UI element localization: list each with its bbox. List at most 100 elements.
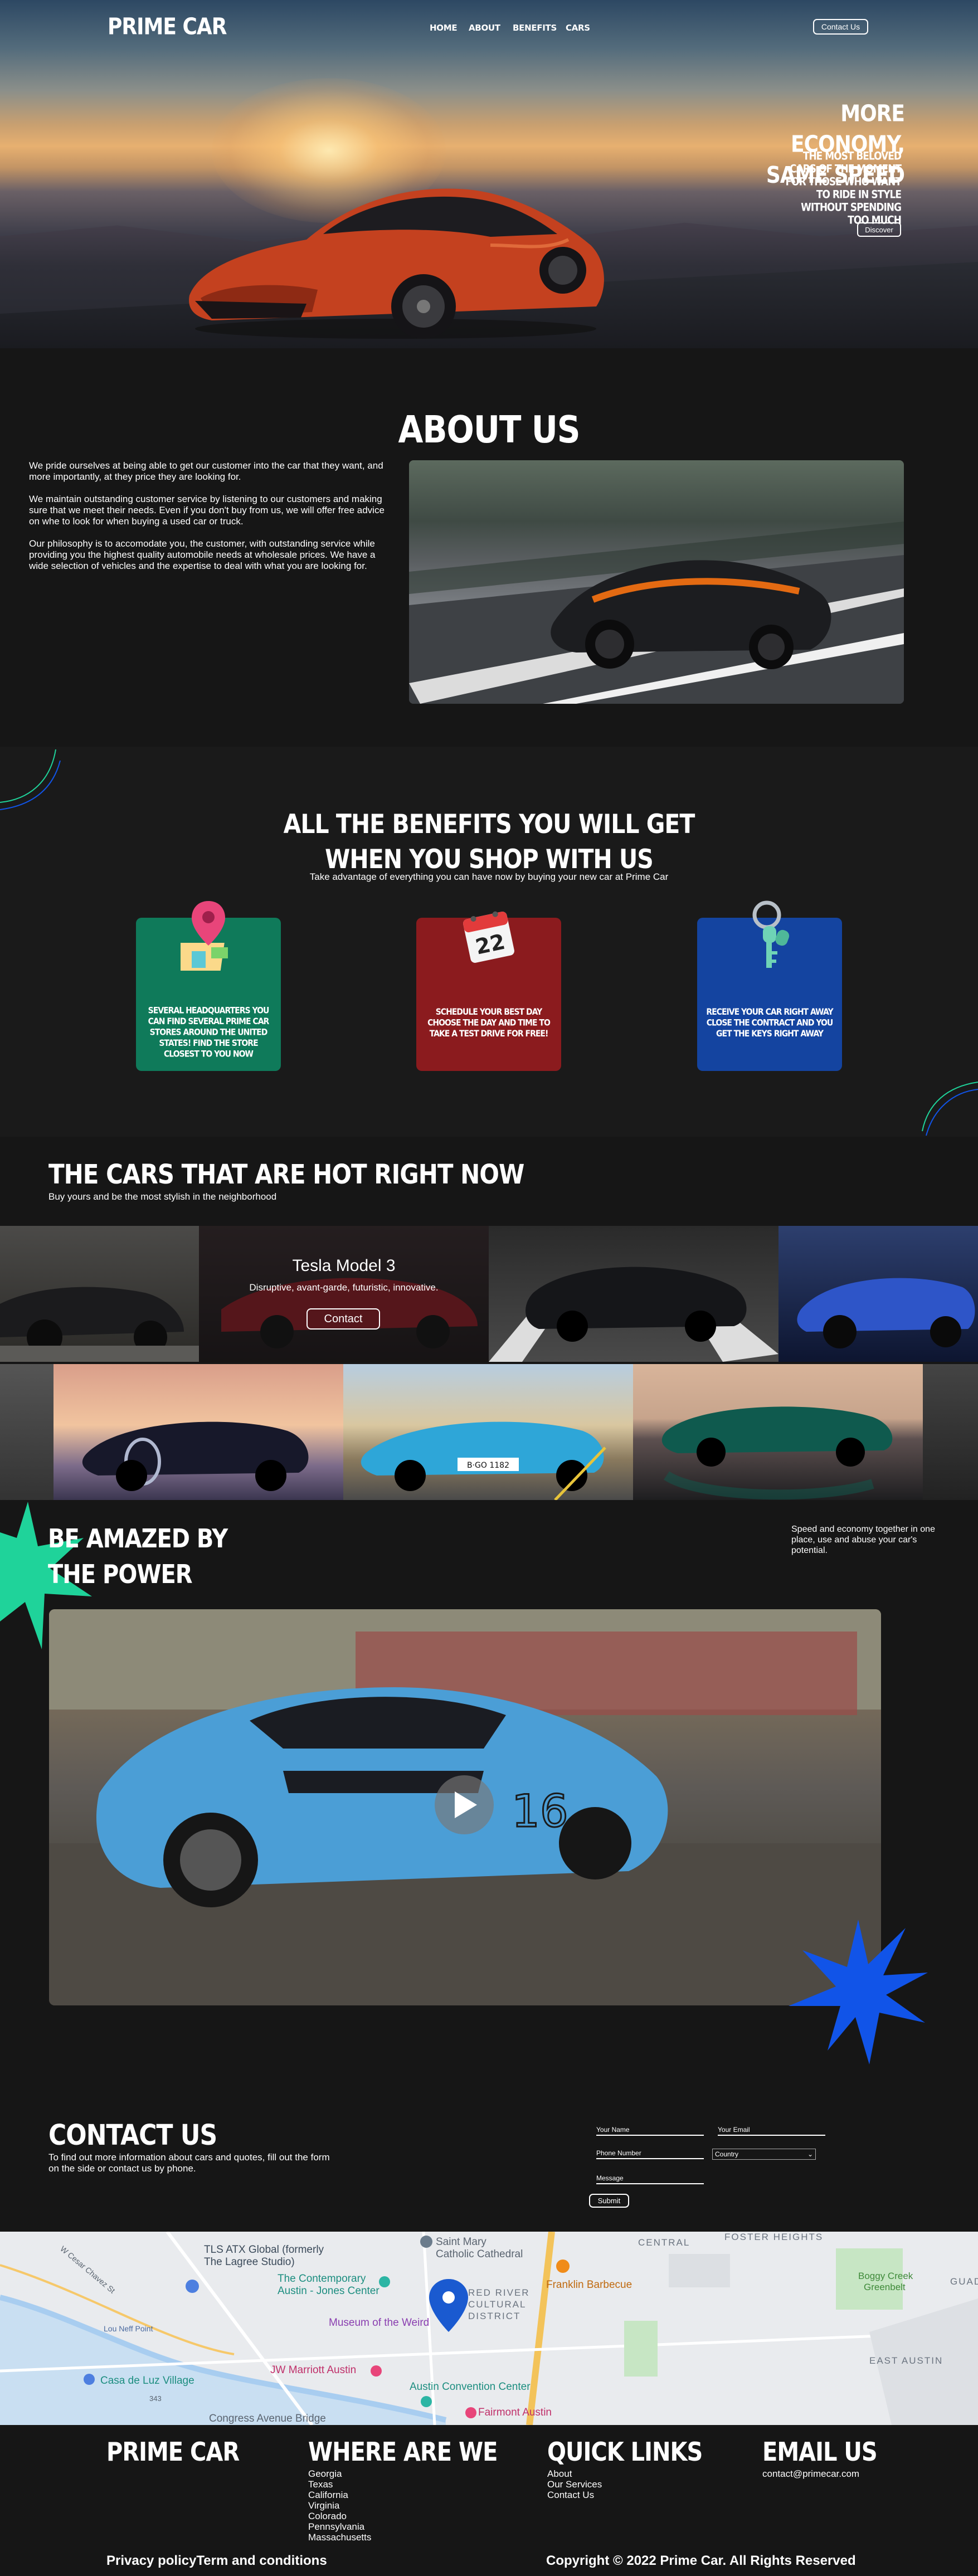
benefit-card-headquarters[interactable]: SEVERAL HEADQUARTERS YOU CAN FIND SEVERA… <box>136 901 281 1071</box>
about-car-image <box>409 460 904 704</box>
map-label: TLS ATX Global (formerly <box>204 2244 324 2256</box>
decorative-star-blue <box>789 1920 928 2064</box>
map-label: Fairmont Austin <box>478 2407 552 2418</box>
map-label: Lou Neff Point <box>104 2324 153 2333</box>
about-paragraph: We maintain outstanding customer service… <box>29 494 385 527</box>
submit-button[interactable]: Submit <box>589 2194 629 2208</box>
map-label: Museum of the Weird <box>329 2317 430 2329</box>
footer-quick-list: About Our Services Contact Us <box>547 2468 602 2500</box>
hero-subtitle: THE MOST BELOVED CARS OF THE MOMENT FOR … <box>785 150 902 227</box>
map-label: CULTURAL <box>468 2299 527 2310</box>
map-label: CENTRAL <box>638 2237 690 2248</box>
hero-section: PRIME CAR HOME ABOUT BENEFITS CARS Conta… <box>0 0 978 348</box>
benefit-card-text: RECEIVE YOUR CAR RIGHT AWAY CLOSE THE CO… <box>706 1007 833 1039</box>
nav-link-cars[interactable]: CARS <box>566 23 590 33</box>
location-item: Texas <box>308 2479 333 2490</box>
map-label: RED RIVER <box>468 2287 530 2298</box>
nav-link-home[interactable]: HOME <box>430 23 458 33</box>
map-label: Saint Mary <box>436 2236 486 2248</box>
decorative-arc-right <box>922 1082 978 1136</box>
map-label: EAST AUSTIN <box>869 2355 943 2366</box>
car-number: 16 <box>512 1785 568 1837</box>
map-label: The Contemporary <box>278 2273 366 2285</box>
map-label: Franklin Barbecue <box>546 2279 632 2291</box>
location-item: Pennsylvania <box>308 2521 365 2532</box>
about-text: We pride ourselves at being able to get … <box>29 460 397 583</box>
footer-link-about[interactable]: About <box>547 2468 602 2479</box>
benefit-card-receive[interactable]: RECEIVE YOUR CAR RIGHT AWAY CLOSE THE CO… <box>697 900 842 1071</box>
decorative-arc-left <box>0 749 61 810</box>
calendar-icon: 22 <box>463 911 514 963</box>
contact-us-button[interactable]: Contact Us <box>813 19 868 35</box>
map-label: FOSTER HEIGHTS <box>724 2232 824 2242</box>
chevron-down-icon: ⌄ <box>807 2150 813 2158</box>
benefit-card-text: SEVERAL HEADQUARTERS YOU CAN FIND SEVERA… <box>148 1005 270 1060</box>
location-map[interactable]: TLS ATX Global (formerly The Lagree Stud… <box>0 2232 978 2425</box>
location-item: Virginia <box>308 2500 340 2511</box>
benefit-card-text: SCHEDULE YOUR BEST DAY CHOOSE THE DAY AN… <box>427 1007 551 1039</box>
footer-copyright: Copyright © 2022 Prime Car. All Rights R… <box>546 2553 856 2568</box>
contact-title: CONTACT US <box>48 2119 217 2152</box>
nav-link-about[interactable]: ABOUT <box>469 23 500 33</box>
map-label: Boggy Creek <box>858 2271 913 2281</box>
footer-email-link[interactable]: contact@primecar.com <box>762 2468 859 2479</box>
car-tile-bugatti-black[interactable] <box>489 1226 778 1362</box>
phone-field[interactable]: Phone Number <box>596 2149 704 2159</box>
car-tile-bugatti-veyron[interactable] <box>53 1364 343 1500</box>
footer-link-contact[interactable]: Contact Us <box>547 2490 602 2500</box>
power-title: BE AMAZED BY THE POWER <box>48 1521 228 1593</box>
name-field[interactable]: Your Name <box>596 2126 704 2136</box>
featured-car-description: Disruptive, avant-garde, futuristic, inn… <box>249 1282 439 1293</box>
map-pin-icon <box>181 901 228 971</box>
map-label: Greenbelt <box>864 2282 906 2292</box>
about-title: ABOUT US <box>398 407 580 452</box>
map-label: Casa de Luz Village <box>100 2375 194 2387</box>
benefit-card-schedule[interactable]: 22 SCHEDULE YOUR BEST DAY CHOOSE THE DAY… <box>416 911 561 1071</box>
map-label: JW Marriott Austin <box>270 2364 357 2376</box>
country-select[interactable]: Country ⌄ <box>712 2149 816 2160</box>
car-tile-partial-right[interactable] <box>923 1364 978 1500</box>
play-icon <box>455 1791 477 1818</box>
location-item: California <box>308 2490 348 2500</box>
car-tile-bugatti-dark[interactable] <box>0 1226 199 1362</box>
cars-title: THE CARS THAT ARE HOT RIGHT NOW <box>48 1158 524 1190</box>
location-item: Colorado <box>308 2511 347 2521</box>
map-label: Austin - Jones Center <box>278 2285 379 2297</box>
country-select-value: Country <box>715 2150 739 2158</box>
car-tile-porsche[interactable]: B·GO 1182 <box>343 1364 633 1500</box>
featured-car-name: Tesla Model 3 <box>292 1257 396 1275</box>
map-label: Austin Convention Center <box>410 2381 531 2393</box>
cars-subtitle: Buy yours and be the most stylish in the… <box>48 1191 277 1202</box>
contact-text: To find out more information about cars … <box>48 2152 330 2174</box>
email-field[interactable]: Your Email <box>718 2126 825 2136</box>
car-tile-partial-left[interactable] <box>0 1364 53 1500</box>
map-label: Catholic Cathedral <box>436 2248 523 2260</box>
car-tile-aston-blue[interactable] <box>778 1226 978 1362</box>
keys-icon <box>752 900 790 968</box>
hero-car-image <box>189 188 604 339</box>
benefits-subtitle: Take advantage of everything you can hav… <box>309 871 669 882</box>
footer-where-list: Georgia Texas California Virginia Colora… <box>308 2468 371 2543</box>
power-subtitle: Speed and economy together in one place,… <box>791 1525 935 1555</box>
play-button[interactable] <box>435 1775 494 1834</box>
map-label: GUADA <box>950 2276 978 2287</box>
car-tile-aston-green[interactable] <box>633 1364 923 1500</box>
featured-car-contact-button[interactable]: Contact <box>306 1308 380 1330</box>
license-plate: B·GO 1182 <box>467 1461 509 1470</box>
location-item: Massachusetts <box>308 2532 372 2543</box>
benefits-title: ALL THE BENEFITS YOU WILL GET WHEN YOU S… <box>0 807 978 878</box>
footer-logo[interactable]: PRIME CAR <box>106 2438 240 2467</box>
benefits-title-line1: ALL THE BENEFITS YOU WILL GET <box>283 809 695 840</box>
footer-link-services[interactable]: Our Services <box>547 2479 602 2490</box>
map-label: The Lagree Studio) <box>204 2256 295 2268</box>
map-label: DISTRICT <box>468 2311 521 2321</box>
message-field[interactable]: Message <box>596 2174 704 2184</box>
power-title-line2: THE POWER <box>48 1560 193 1590</box>
footer-email-title: EMAIL US <box>762 2437 878 2467</box>
discover-button[interactable]: Discover <box>857 222 901 237</box>
about-paragraph: Our philosophy is to accomodate you, the… <box>29 538 376 571</box>
site-logo[interactable]: PRIME CAR <box>108 14 227 40</box>
footer-legal-links[interactable]: Privacy policyTerm and conditions <box>106 2553 327 2569</box>
nav-link-benefits[interactable]: BENEFITS <box>513 23 557 33</box>
power-title-line1: BE AMAZED BY <box>48 1524 228 1554</box>
